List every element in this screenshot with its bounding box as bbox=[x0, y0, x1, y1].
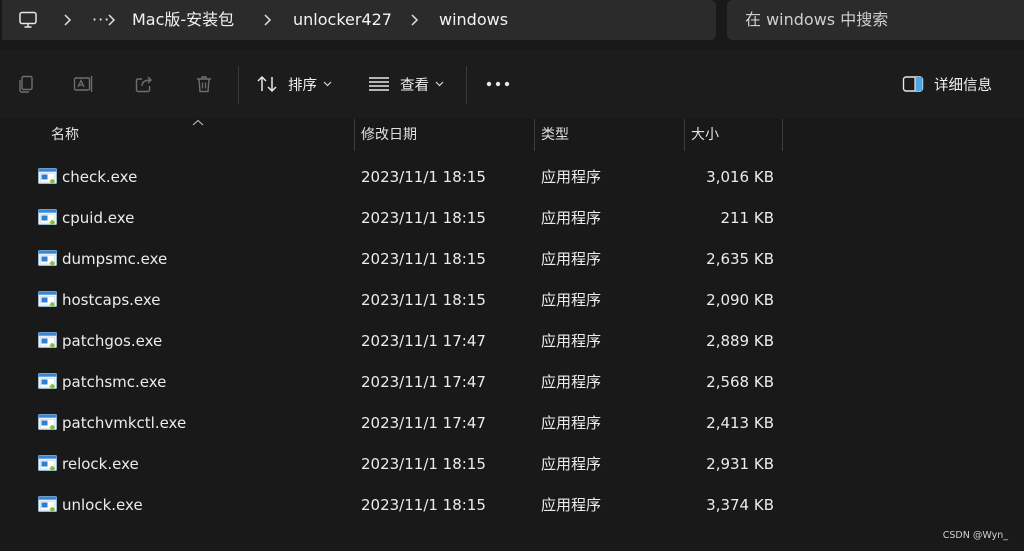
file-type: 应用程序 bbox=[541, 373, 602, 391]
file-name: cpuid.exe bbox=[62, 209, 135, 227]
toolbar-divider bbox=[238, 66, 239, 104]
details-label: 详细信息 bbox=[934, 77, 992, 94]
command-bar: 排序 查看 详细信息 bbox=[0, 50, 1024, 118]
file-type: 应用程序 bbox=[541, 209, 602, 227]
file-row[interactable]: unlock.exe 2023/11/1 18:15 应用程序 3,374 KB bbox=[18, 485, 798, 526]
file-row[interactable]: patchgos.exe 2023/11/1 17:47 应用程序 2,889 … bbox=[18, 321, 798, 362]
file-modified-date: 2023/11/1 17:47 bbox=[361, 414, 486, 432]
column-divider[interactable] bbox=[684, 119, 685, 151]
file-row[interactable]: dumpsmc.exe 2023/11/1 18:15 应用程序 2,635 K… bbox=[18, 239, 798, 280]
chevron-right-icon bbox=[411, 14, 419, 26]
file-size: 2,568 KB bbox=[706, 373, 774, 391]
search-box[interactable]: 在 windows 中搜索 bbox=[727, 0, 1024, 40]
delete-button[interactable] bbox=[188, 50, 220, 118]
sort-ascending-icon bbox=[192, 119, 204, 126]
more-icon bbox=[486, 81, 510, 87]
file-size: 211 KB bbox=[720, 209, 774, 227]
file-modified-date: 2023/11/1 18:15 bbox=[361, 455, 486, 473]
chevron-down-icon bbox=[323, 81, 332, 87]
search-input[interactable]: 在 windows 中搜索 bbox=[745, 0, 888, 40]
toolbar-divider bbox=[466, 66, 467, 104]
file-type: 应用程序 bbox=[541, 455, 602, 473]
file-row[interactable]: patchvmkctl.exe 2023/11/1 17:47 应用程序 2,4… bbox=[18, 403, 798, 444]
file-row[interactable]: relock.exe 2023/11/1 18:15 应用程序 2,931 KB bbox=[18, 444, 798, 485]
exe-file-icon bbox=[38, 332, 57, 348]
exe-file-icon bbox=[38, 414, 57, 430]
share-icon bbox=[135, 76, 152, 93]
exe-file-icon bbox=[38, 250, 57, 266]
details-pane-button[interactable]: 详细信息 bbox=[902, 50, 1012, 118]
file-type: 应用程序 bbox=[541, 414, 602, 432]
exe-file-icon bbox=[38, 373, 57, 389]
file-name: patchsmc.exe bbox=[62, 373, 167, 391]
file-name: check.exe bbox=[62, 168, 138, 186]
sort-label: 排序 bbox=[288, 77, 317, 94]
more-options-button[interactable] bbox=[484, 50, 512, 118]
column-divider[interactable] bbox=[782, 119, 783, 151]
file-modified-date: 2023/11/1 18:15 bbox=[361, 291, 486, 309]
file-modified-date: 2023/11/1 17:47 bbox=[361, 373, 486, 391]
column-divider[interactable] bbox=[534, 119, 535, 151]
view-icon bbox=[369, 77, 389, 91]
file-type: 应用程序 bbox=[541, 332, 602, 350]
file-name: dumpsmc.exe bbox=[62, 250, 168, 268]
details-pane-icon bbox=[902, 76, 924, 92]
file-name: unlock.exe bbox=[62, 496, 143, 514]
exe-file-icon bbox=[38, 496, 57, 512]
column-divider[interactable] bbox=[354, 119, 355, 151]
file-name: relock.exe bbox=[62, 455, 139, 473]
computer-icon[interactable] bbox=[18, 10, 38, 30]
copy-icon bbox=[19, 75, 33, 93]
file-modified-date: 2023/11/1 17:47 bbox=[361, 332, 486, 350]
share-button[interactable] bbox=[128, 50, 160, 118]
exe-file-icon bbox=[38, 168, 57, 184]
file-name: patchvmkctl.exe bbox=[62, 414, 187, 432]
file-modified-date: 2023/11/1 18:15 bbox=[361, 209, 486, 227]
file-modified-date: 2023/11/1 18:15 bbox=[361, 250, 486, 268]
sort-button[interactable]: 排序 bbox=[256, 50, 340, 118]
file-size: 2,889 KB bbox=[706, 332, 774, 350]
copy-button[interactable] bbox=[10, 50, 42, 118]
file-name: hostcaps.exe bbox=[62, 291, 161, 309]
file-type: 应用程序 bbox=[541, 291, 602, 309]
breadcrumb-item[interactable]: unlocker427 bbox=[293, 0, 392, 40]
view-label: 查看 bbox=[400, 77, 429, 94]
address-bar[interactable]: ··· Mac版-安装包 unlocker427 windows bbox=[2, 0, 716, 40]
chevron-down-icon bbox=[435, 81, 444, 87]
file-row[interactable]: patchsmc.exe 2023/11/1 17:47 应用程序 2,568 … bbox=[18, 362, 798, 403]
view-button[interactable]: 查看 bbox=[368, 50, 452, 118]
file-row[interactable]: hostcaps.exe 2023/11/1 18:15 应用程序 2,090 … bbox=[18, 280, 798, 321]
file-row[interactable]: check.exe 2023/11/1 18:15 应用程序 3,016 KB bbox=[18, 157, 798, 198]
breadcrumb-item[interactable]: Mac版-安装包 bbox=[132, 0, 234, 40]
chevron-right-icon bbox=[108, 14, 116, 26]
column-header-date[interactable]: 修改日期 bbox=[361, 119, 417, 151]
column-header-size[interactable]: 大小 bbox=[691, 119, 719, 151]
file-name: patchgos.exe bbox=[62, 332, 163, 350]
file-modified-date: 2023/11/1 18:15 bbox=[361, 168, 486, 186]
watermark: CSDN @Wyn_ bbox=[942, 530, 1008, 541]
sort-icon bbox=[257, 75, 277, 93]
file-size: 3,374 KB bbox=[706, 496, 774, 514]
exe-file-icon bbox=[38, 209, 57, 225]
breadcrumb-current[interactable]: windows bbox=[439, 0, 508, 40]
file-size: 3,016 KB bbox=[706, 168, 774, 186]
file-size: 2,090 KB bbox=[706, 291, 774, 309]
exe-file-icon bbox=[38, 291, 57, 307]
chevron-right-icon bbox=[64, 14, 72, 26]
file-type: 应用程序 bbox=[541, 496, 602, 514]
file-row[interactable]: cpuid.exe 2023/11/1 18:15 应用程序 211 KB bbox=[18, 198, 798, 239]
file-modified-date: 2023/11/1 18:15 bbox=[361, 496, 486, 514]
chevron-right-icon bbox=[264, 14, 272, 26]
file-size: 2,413 KB bbox=[706, 414, 774, 432]
column-header-name[interactable]: 名称 bbox=[51, 119, 79, 151]
rename-button[interactable] bbox=[68, 50, 100, 118]
file-type: 应用程序 bbox=[541, 168, 602, 186]
exe-file-icon bbox=[38, 455, 57, 471]
file-size: 2,931 KB bbox=[706, 455, 774, 473]
file-size: 2,635 KB bbox=[706, 250, 774, 268]
column-header-type[interactable]: 类型 bbox=[541, 119, 569, 151]
rename-icon bbox=[73, 76, 93, 92]
file-type: 应用程序 bbox=[541, 250, 602, 268]
trash-icon bbox=[197, 76, 211, 93]
